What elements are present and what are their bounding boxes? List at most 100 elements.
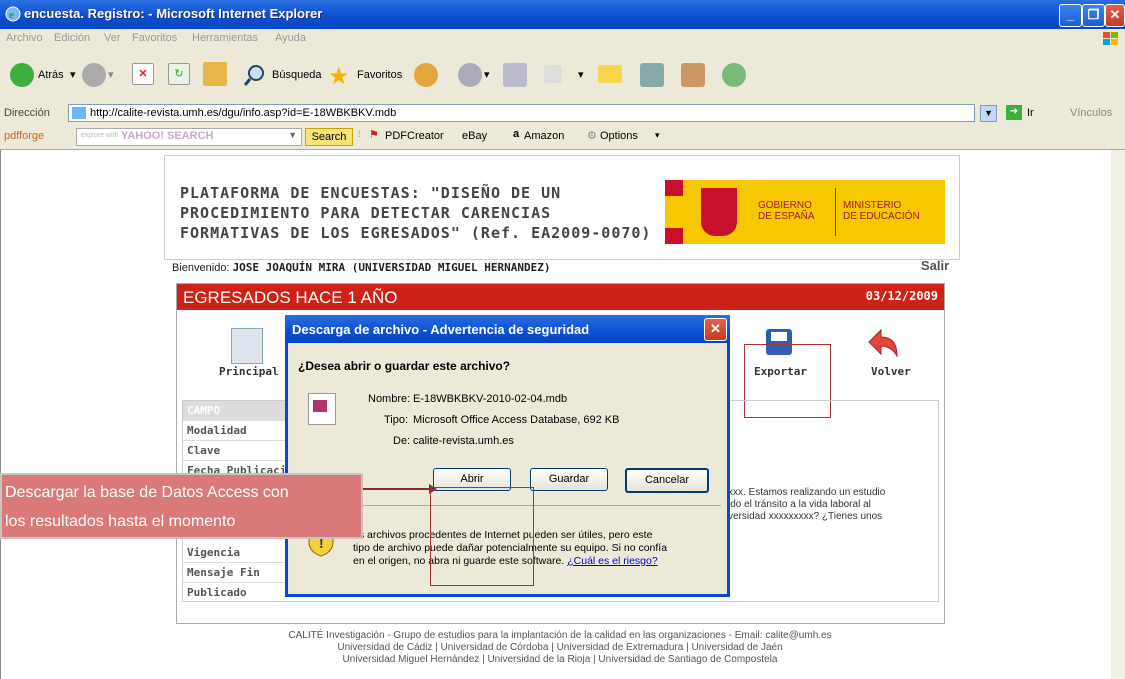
type-value: Microsoft Office Access Database, 692 KB [413,414,620,426]
menu-edicion[interactable]: Edición [54,32,90,44]
toolbar: Atrás ▾ ▾ ✕ ↻ Búsqueda ★ Favoritos ▾ ▾ [0,49,1125,103]
mail-icon[interactable] [458,63,482,87]
media-icon[interactable] [681,63,705,87]
ministerio-line1: MINISTERIO [843,200,902,211]
menu-herramientas[interactable]: Herramientas [192,32,258,44]
menu-favoritos[interactable]: Favoritos [132,32,177,44]
maximize-button[interactable]: ❐ [1082,4,1105,27]
options-link[interactable]: Options [600,130,638,142]
dialog-titlebar[interactable]: Descarga de archivo - Advertencia de seg… [285,315,730,343]
menu-ayuda[interactable]: Ayuda [275,32,306,44]
panel-heading: EGRESADOS HACE 1 AÑO [183,288,398,307]
logout-link[interactable]: Salir [921,258,949,273]
ie-icon: e [5,6,21,22]
dialog-title: Descarga de archivo - Advertencia de seg… [292,322,590,337]
mail-dropdown-icon[interactable]: ▾ [484,68,490,81]
pdfcreator-icon: ⚑ [369,129,379,141]
home-icon[interactable] [203,62,227,86]
access-file-icon [308,393,336,425]
volver-button[interactable]: Volver [871,365,911,378]
back-label[interactable]: Atrás [38,69,64,81]
go-arrow-icon[interactable]: ➔ [1006,105,1022,120]
go-button[interactable]: Ir [1027,107,1034,119]
folder-icon[interactable] [598,65,622,83]
favorites-label[interactable]: Favoritos [357,69,402,81]
name-value: E-18WBKBKV-2010-02-04.mdb [413,393,568,405]
print-icon[interactable] [503,63,527,87]
stop-icon[interactable]: ✕ [132,63,154,85]
favorites-star-icon[interactable]: ★ [328,62,350,91]
yahoo-hint: explore with [81,132,119,139]
window-titlebar[interactable]: e encuesta. Registro: - Microsoft Intern… [0,0,1125,29]
back-arrow-icon[interactable] [10,63,34,87]
address-input[interactable]: http://calite-revista.umh.es/dgu/info.as… [68,104,975,122]
type-label: Tipo: [384,414,409,426]
messenger-icon[interactable] [722,63,746,87]
ministerio-label: MINISTERIO DE EDUCACIÓN [843,200,920,222]
window-title: encuesta. Registro: - Microsoft Internet… [24,6,323,21]
search-label[interactable]: Búsqueda [272,69,322,81]
government-logo: GOBIERNO DE ESPAÑA MINISTERIO DE EDUCACIÓN [665,180,945,244]
dialog-close-button[interactable]: ✕ [704,318,727,341]
pdfcreator-link[interactable]: PDFCreator [385,130,444,142]
page-footer: CALITÉ Investigación - Grupo de estudios… [160,630,960,666]
callout-line2: los resultados hasta el momento [5,513,236,530]
gobierno-label: GOBIERNO DE ESPAÑA [758,200,815,222]
callout-line1: Descargar la base de Datos Access con [5,484,289,501]
page-icon [72,107,86,119]
platform-title: PLATAFORMA DE ENCUESTAS: "DISEÑO DE UN P… [180,183,651,243]
forward-arrow-icon[interactable] [82,63,106,87]
edit-icon[interactable] [544,65,562,83]
research-icon[interactable] [640,63,664,87]
from-value: calite-revista.umh.es [413,435,514,447]
minimize-button[interactable]: _ [1059,4,1082,27]
description-text: xxx. Estamos realizando un estudio ido e… [728,487,885,523]
panel-header: EGRESADOS HACE 1 AÑO 03/12/2009 [177,284,944,310]
yahoo-placeholder: YAHOO! SEARCH [121,130,214,142]
pdfforge-logo[interactable]: pdfforge [4,130,44,142]
address-label: Dirección [4,107,50,119]
amazon-icon: a [513,128,520,140]
yahoo-search-button[interactable]: Search [305,128,353,146]
edit-dropdown-icon[interactable]: ▾ [578,68,584,81]
header-banner: PLATAFORMA DE ENCUESTAS: "DISEÑO DE UN P… [164,155,960,260]
links-label[interactable]: Vínculos [1070,107,1112,119]
risk-link[interactable]: ¿Cuál es el riesgo? [567,555,657,567]
welcome-text: Bienvenido: JOSE JOAQUÍN MIRA (UNIVERSID… [172,261,550,274]
description-line3: versidad xxxxxxxxx? ¿Tienes unos [728,511,883,522]
platform-title-line2: PROCEDIMIENTO PARA DETECTAR CARENCIAS [180,204,552,222]
search-icon[interactable] [244,63,268,87]
menu-bar: Archivo Edición Ver Favoritos Herramient… [0,29,1125,50]
forward-dropdown-icon[interactable]: ▾ [108,68,114,81]
principal-button[interactable]: Principal [219,365,279,378]
platform-title-line1: PLATAFORMA DE ENCUESTAS: "DISEÑO DE UN [180,184,562,202]
description-line2: ido el tránsito a la vida laboral al [728,499,871,510]
menu-ver[interactable]: Ver [104,32,121,44]
gobierno-line2: DE ESPAÑA [758,211,815,222]
footer-line1: CALITÉ Investigación - Grupo de estudios… [288,630,832,641]
panel-date: 03/12/2009 [865,289,938,303]
history-icon[interactable] [414,63,438,87]
back-dropdown-icon[interactable]: ▾ [70,68,76,81]
gobierno-line1: GOBIERNO [758,200,812,211]
vertical-scrollbar[interactable] [1111,150,1125,679]
back-arrow-red-icon[interactable] [865,326,901,360]
welcome-user: JOSE JOAQUÍN MIRA (UNIVERSIDAD MIGUEL HE… [232,261,551,274]
menu-archivo[interactable]: Archivo [6,32,43,44]
yahoo-dropdown-icon[interactable]: ▼ [288,130,297,140]
amazon-link[interactable]: Amazon [524,130,564,142]
from-label: De: [393,435,411,447]
logo-divider [835,188,836,236]
refresh-icon[interactable]: ↻ [168,63,190,85]
options-gear-icon: ⚙ [587,130,597,142]
windows-logo-icon [1103,32,1118,45]
toolbar-grip-icon: ⁞ [358,129,361,139]
close-button[interactable]: ✕ [1105,4,1125,27]
save-button[interactable]: Guardar [530,468,608,491]
ebay-link[interactable]: eBay [462,130,487,142]
principal-icon[interactable] [231,328,263,364]
address-dropdown-icon[interactable]: ▼ [980,105,997,122]
cancel-button[interactable]: Cancelar [625,468,709,493]
options-dropdown-icon[interactable]: ▾ [655,130,660,141]
yahoo-search-input[interactable]: explore with YAHOO! SEARCH ▼ [76,128,302,146]
